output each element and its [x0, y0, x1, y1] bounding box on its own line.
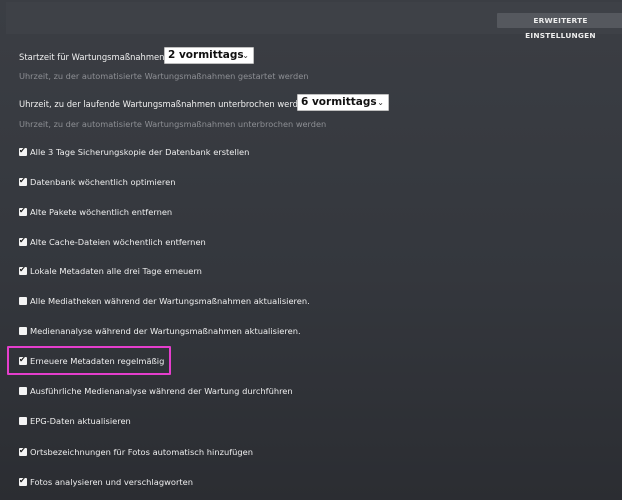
start-time-select[interactable]: 2 vormittags ⌄: [164, 47, 254, 64]
checkbox[interactable]: ✔: [19, 236, 27, 246]
task-label: Fotos analysieren und verschlagworten: [30, 477, 193, 487]
check-icon: ✔: [19, 176, 26, 185]
checkbox[interactable]: ✔: [19, 446, 27, 456]
start-time-hint: Uhrzeit, zu der automatisierte Wartungsm…: [19, 71, 309, 81]
start-time-value: 2 vormittags: [168, 49, 244, 61]
check-icon: ✔: [19, 146, 26, 155]
stop-time-label: Uhrzeit, zu der laufende Wartungsmaßnahm…: [19, 99, 309, 109]
task-label: Alle 3 Tage Sicherungskopie der Datenban…: [30, 147, 250, 157]
check-icon: ✔: [19, 476, 26, 485]
checkbox[interactable]: ✔: [19, 206, 27, 216]
check-icon: ✔: [19, 206, 26, 215]
start-time-label: Startzeit für Wartungsmaßnahmen: [19, 52, 165, 62]
task-label: EPG-Daten aktualisieren: [30, 416, 131, 426]
task-label: Alle Mediatheken während der Wartungsmaß…: [30, 296, 310, 306]
stop-time-select[interactable]: 6 vormittags ⌄: [297, 94, 389, 111]
task-label: Medienanalyse während der Wartungsmaßnah…: [30, 326, 301, 336]
checkbox[interactable]: [19, 417, 27, 425]
checkbox[interactable]: ✔: [19, 476, 27, 486]
task-label: Alte Pakete wöchentlich entfernen: [30, 207, 173, 217]
checkbox[interactable]: [19, 387, 27, 395]
checkbox[interactable]: [19, 327, 27, 335]
highlight-box: [7, 346, 171, 375]
checkbox[interactable]: ✔: [19, 176, 27, 186]
top-bar: ERWEITERTE EINSTELLUNGEN: [6, 2, 622, 40]
checkbox[interactable]: ✔: [19, 265, 27, 275]
chevron-down-icon: ⌄: [242, 51, 249, 60]
task-label: Lokale Metadaten alle drei Tage erneuern: [30, 266, 202, 276]
check-icon: ✔: [19, 446, 26, 455]
check-icon: ✔: [19, 236, 26, 245]
checkbox[interactable]: ✔: [19, 146, 27, 156]
task-label: Alte Cache-Dateien wöchentlich entfernen: [30, 237, 206, 247]
stop-time-hint: Uhrzeit, zu der automatisierte Wartungsm…: [19, 119, 327, 129]
task-label: Datenbank wöchentlich optimieren: [30, 177, 176, 187]
check-icon: ✔: [19, 265, 26, 274]
advanced-settings-button[interactable]: ERWEITERTE EINSTELLUNGEN: [497, 13, 622, 40]
checkbox[interactable]: [19, 297, 27, 305]
task-label: Ausführliche Medienanalyse während der W…: [30, 386, 293, 396]
stop-time-value: 6 vormittags: [301, 96, 377, 108]
chevron-down-icon: ⌄: [377, 98, 384, 107]
task-label: Ortsbezeichnungen für Fotos automatisch …: [30, 447, 254, 457]
